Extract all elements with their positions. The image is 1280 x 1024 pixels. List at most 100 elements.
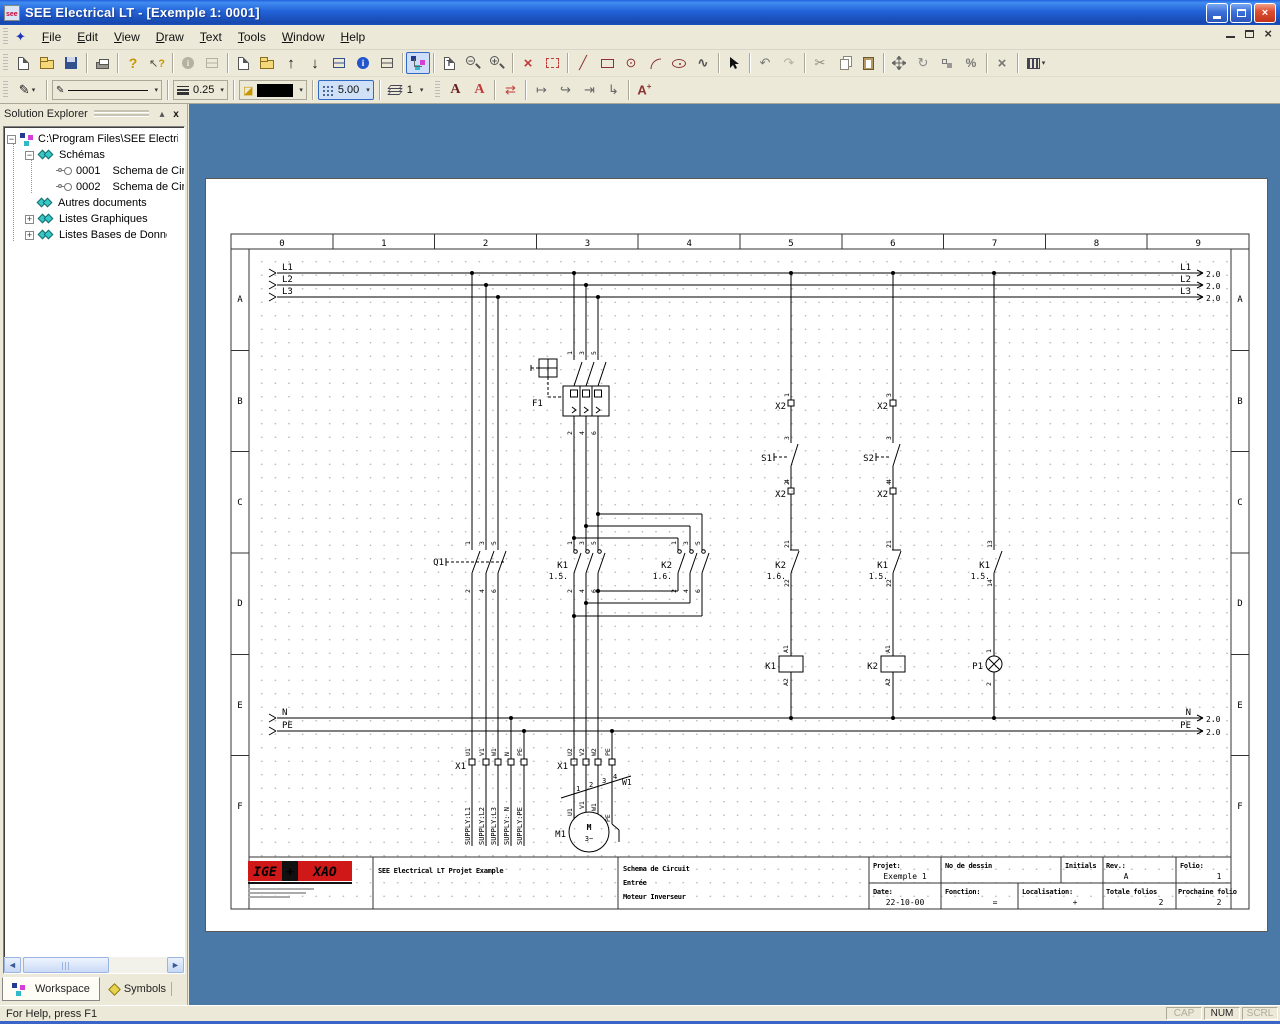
- minimize-button[interactable]: [1206, 3, 1228, 23]
- child-close-icon[interactable]: ×: [1264, 29, 1272, 38]
- tab-symbols[interactable]: Symbols: [100, 977, 182, 1001]
- page-properties-button[interactable]: [327, 52, 351, 74]
- toolbar-grip[interactable]: [3, 54, 8, 72]
- menu-edit[interactable]: Edit: [69, 27, 106, 47]
- undo-button[interactable]: ↶: [753, 52, 777, 74]
- draw-curve-button[interactable]: ∿: [691, 52, 715, 74]
- previous-page-button[interactable]: ↑: [279, 52, 303, 74]
- scroll-right-icon[interactable]: ►: [167, 957, 184, 973]
- svg-text:6: 6: [590, 431, 598, 435]
- align-next-button[interactable]: ↪: [553, 79, 577, 101]
- close-button[interactable]: ×: [1254, 3, 1276, 23]
- collapse-icon[interactable]: −: [25, 151, 34, 160]
- scroll-thumb[interactable]: [23, 957, 109, 973]
- text-page-button[interactable]: T: [437, 52, 461, 74]
- align-down-button[interactable]: ↳: [601, 79, 625, 101]
- menu-help[interactable]: Help: [333, 27, 374, 47]
- zoom-out-button[interactable]: −: [461, 52, 485, 74]
- next-page-button[interactable]: ↓: [303, 52, 327, 74]
- help-button[interactable]: ?: [121, 52, 145, 74]
- open-page-button[interactable]: [255, 52, 279, 74]
- expand-icon[interactable]: +: [25, 231, 34, 240]
- copy-button[interactable]: [832, 52, 856, 74]
- panel-grip[interactable]: [94, 110, 149, 118]
- tree-item-autres[interactable]: Autres documents: [37, 195, 147, 211]
- tree-root[interactable]: − C:\Program Files\SEE Electrical: [7, 131, 178, 147]
- snap-button[interactable]: [935, 52, 959, 74]
- restore-button[interactable]: [1230, 3, 1252, 23]
- new-file-icon: [18, 57, 29, 70]
- draw-line-button[interactable]: ╱: [571, 52, 595, 74]
- pin-icon[interactable]: ▴: [155, 109, 169, 120]
- menu-draw[interactable]: Draw: [148, 27, 192, 47]
- draw-ellipse-button[interactable]: [667, 52, 691, 74]
- draw-arc-button[interactable]: [643, 52, 667, 74]
- drawing-area[interactable]: 0 1 2 3 4 5 6 7 8 9 A B C D E F A B C D: [189, 104, 1280, 1005]
- layer-combo[interactable]: 1 ▾: [385, 80, 428, 100]
- project-description: SEE Electrical LT Projet Example: [378, 867, 503, 875]
- child-restore-icon[interactable]: [1245, 30, 1254, 38]
- select-cursor-button[interactable]: [722, 52, 746, 74]
- scroll-left-icon[interactable]: ◄: [4, 957, 21, 973]
- tree-item-page-0001[interactable]: 0001 Schema de Circuit: [56, 163, 185, 179]
- schematic-svg[interactable]: 0 1 2 3 4 5 6 7 8 9 A B C D E F A B C D: [206, 179, 1269, 933]
- new-page-button[interactable]: [231, 52, 255, 74]
- text-red-button[interactable]: A: [467, 79, 491, 101]
- line-type-combo[interactable]: ✎ ▾: [52, 80, 162, 100]
- page-list-button[interactable]: [375, 52, 399, 74]
- new-button[interactable]: [11, 52, 35, 74]
- pen-style-button[interactable]: ✎▾: [11, 79, 43, 101]
- horizontal-scrollbar[interactable]: ◄ ►: [4, 957, 184, 973]
- grid-size-combo[interactable]: 5.00 ▾: [318, 80, 374, 100]
- toolbar-grip2[interactable]: [3, 81, 8, 99]
- print-button[interactable]: [90, 52, 114, 74]
- select-zone-button[interactable]: [540, 52, 564, 74]
- child-minimize-icon[interactable]: [1226, 29, 1235, 38]
- arrow-bar-icon: ↦: [536, 82, 547, 98]
- svg-text:K1: K1: [765, 662, 776, 672]
- expand-icon[interactable]: +: [25, 215, 34, 224]
- align-left-button[interactable]: ↦: [529, 79, 553, 101]
- navigator-button[interactable]: [406, 52, 430, 74]
- svg-text:X2: X2: [775, 402, 786, 412]
- save-button[interactable]: [59, 52, 83, 74]
- menu-tools[interactable]: Tools: [230, 27, 274, 47]
- move-button[interactable]: [887, 52, 911, 74]
- cut-button[interactable]: ✂: [808, 52, 832, 74]
- schematic-page[interactable]: 0 1 2 3 4 5 6 7 8 9 A B C D E F A B C D: [205, 178, 1268, 932]
- menu-window[interactable]: Window: [274, 27, 333, 47]
- page-info-button[interactable]: i: [351, 52, 375, 74]
- menu-file[interactable]: File: [34, 27, 69, 47]
- panel-close-icon[interactable]: x: [169, 109, 183, 120]
- tree-item-listes-bd[interactable]: + Listes Bases de Données: [25, 227, 167, 243]
- delete-button[interactable]: ×: [990, 52, 1014, 74]
- fill-color-combo[interactable]: ◪ ▾: [239, 80, 307, 100]
- draw-rectangle-button[interactable]: [595, 52, 619, 74]
- svg-text:N: N: [1186, 708, 1191, 718]
- menu-view[interactable]: View: [106, 27, 148, 47]
- document-system-icon[interactable]: ✦: [15, 29, 26, 45]
- rotate-button[interactable]: ↻: [911, 52, 935, 74]
- paste-button[interactable]: [856, 52, 880, 74]
- tab-workspace[interactable]: Workspace: [2, 977, 100, 1001]
- tab-label: Symbols: [124, 983, 166, 995]
- text-normal-button[interactable]: A: [443, 79, 467, 101]
- menu-grip[interactable]: [3, 28, 8, 46]
- scale-button[interactable]: %: [959, 52, 983, 74]
- line-weight-combo[interactable]: 0.25 ▾: [173, 80, 228, 100]
- collapse-icon[interactable]: −: [7, 135, 16, 144]
- context-help-button[interactable]: ↖?: [145, 52, 169, 74]
- delete-element-button[interactable]: ×: [516, 52, 540, 74]
- zoom-in-button[interactable]: +: [485, 52, 509, 74]
- align-end-button[interactable]: ⇥: [577, 79, 601, 101]
- tree-item-schemas[interactable]: − Schémas: [25, 147, 105, 163]
- columns-button[interactable]: ▾: [1021, 52, 1051, 74]
- draw-circle-button[interactable]: ⊙: [619, 52, 643, 74]
- add-text-button[interactable]: A+: [632, 79, 656, 101]
- svg-text:X2: X2: [877, 490, 888, 500]
- tree-item-listes-graphiques[interactable]: + Listes Graphiques: [25, 211, 148, 227]
- tree-item-page-0002[interactable]: 0002 Schema de Circuit: [56, 179, 185, 195]
- swap-text-button[interactable]: ⇄: [498, 79, 522, 101]
- menu-text[interactable]: Text: [192, 27, 230, 47]
- open-button[interactable]: [35, 52, 59, 74]
